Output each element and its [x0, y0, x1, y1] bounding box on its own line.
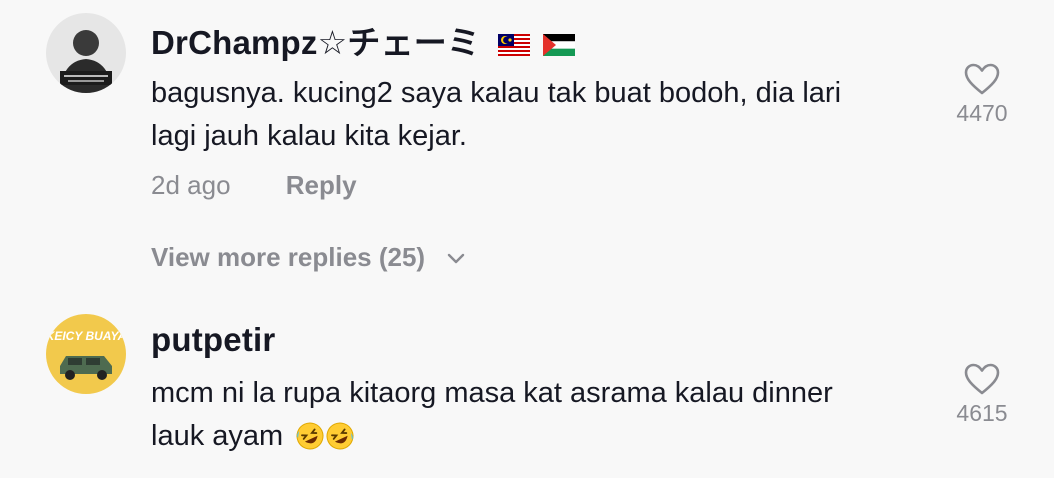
username-text: putpetir	[151, 321, 276, 358]
comment-meta: 2d ago Reply	[151, 170, 357, 201]
username[interactable]: DrChampz☆チェーミ	[151, 16, 575, 64]
chevron-down-icon	[448, 253, 465, 264]
comment-line: bagusnya. kucing2 saya kalau tak buat bo…	[151, 77, 842, 109]
palestine-flag-icon	[542, 26, 575, 64]
comment-line: lagi jauh kalau kita kejar.	[151, 120, 467, 152]
timestamp: 2d ago	[151, 170, 231, 200]
reply-button[interactable]: Reply	[286, 170, 357, 201]
avatar[interactable]	[46, 13, 126, 93]
username-text: DrChampz☆チェーミ	[151, 24, 481, 61]
comment-line: lauk ayam	[151, 415, 931, 464]
heart-icon[interactable]	[963, 362, 1001, 396]
comment-item: KEICY BUAYA putpetir mcm ni la rupa kita…	[0, 300, 1054, 478]
view-more-label: View more replies (25)	[151, 242, 426, 272]
comment-item: DrChampz☆チェーミ bagusnya. kucing2 saya kal…	[0, 0, 1054, 300]
like-count: 4615	[956, 400, 1008, 426]
malaysia-flag-icon	[497, 26, 530, 64]
like-count: 4470	[956, 100, 1008, 126]
comment-line-text: lauk ayam	[151, 420, 284, 452]
avatar[interactable]: KEICY BUAYA	[46, 314, 126, 394]
comment-line: mcm ni la rupa kitaorg masa kat asrama k…	[151, 377, 833, 409]
heart-icon[interactable]	[963, 62, 1001, 96]
view-more-replies-button[interactable]: View more replies (25)	[151, 242, 466, 273]
username[interactable]: putpetir	[151, 321, 275, 359]
like-group: 4470	[940, 62, 1024, 127]
avatar-text: KEICY BUAYA	[46, 329, 126, 343]
rolling-on-floor-laughing-emoji	[325, 421, 355, 464]
rolling-on-floor-laughing-emoji	[295, 421, 325, 464]
comment-text: mcm ni la rupa kitaorg masa kat asrama k…	[151, 372, 931, 464]
comment-text: bagusnya. kucing2 saya kalau tak buat bo…	[151, 72, 931, 158]
like-group: 4615	[940, 362, 1024, 427]
